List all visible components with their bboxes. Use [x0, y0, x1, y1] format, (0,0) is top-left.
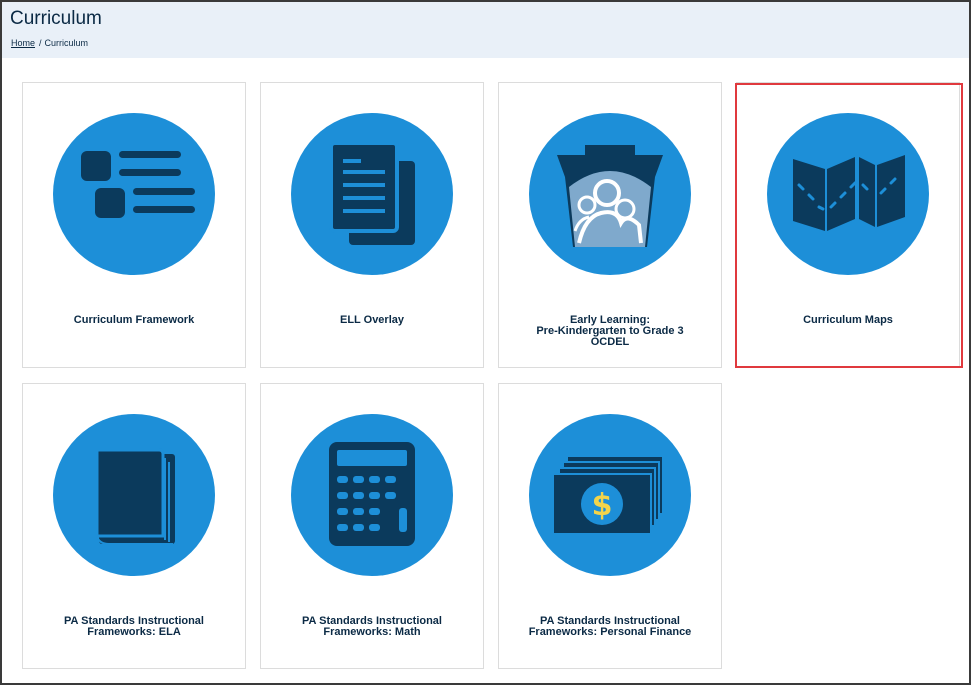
tile-label: Curriculum Maps: [803, 314, 893, 326]
tile-label: Early Learning: Pre-Kindergarten to Grad…: [536, 314, 684, 348]
money-stack-icon: $: [529, 414, 691, 576]
calculator-icon: [291, 414, 453, 576]
page-header: Curriculum Home / Curriculum: [2, 2, 969, 58]
breadcrumb-home-link[interactable]: Home: [11, 38, 35, 48]
tile-early-learning[interactable]: Early Learning: Pre-Kindergarten to Grad…: [498, 82, 722, 368]
family-keystone-icon: [529, 113, 691, 275]
tile-label: PA Standards Instructional Frameworks: E…: [64, 615, 204, 638]
tile-curriculum-framework[interactable]: Curriculum Framework: [22, 82, 246, 368]
book-icon: [53, 414, 215, 576]
tile-label: Curriculum Framework: [73, 314, 195, 326]
tile-label: PA Standards Instructional Frameworks: P…: [528, 615, 692, 638]
tile-ell-overlay[interactable]: ELL Overlay: [260, 82, 484, 368]
folded-map-icon: [767, 113, 929, 275]
documents-icon: [291, 113, 453, 275]
breadcrumb: Home / Curriculum: [11, 38, 88, 48]
tile-curriculum-maps[interactable]: Curriculum Maps: [736, 82, 960, 368]
list-icon: [53, 113, 215, 275]
breadcrumb-separator: /: [39, 38, 42, 48]
tile-pa-standards-personal-finance[interactable]: $ PA Standards Instructional Frameworks:…: [498, 383, 722, 669]
tile-pa-standards-ela[interactable]: PA Standards Instructional Frameworks: E…: [22, 383, 246, 669]
svg-text:$: $: [592, 488, 613, 523]
page-title: Curriculum: [10, 8, 102, 29]
page-frame: Curriculum Home / Curriculum Curriculum Fr…: [0, 0, 971, 685]
breadcrumb-current: Curriculum: [44, 38, 89, 48]
tile-label: PA Standards Instructional Frameworks: M…: [302, 615, 442, 638]
tile-label: ELL Overlay: [340, 314, 404, 326]
tile-pa-standards-math[interactable]: PA Standards Instructional Frameworks: M…: [260, 383, 484, 669]
